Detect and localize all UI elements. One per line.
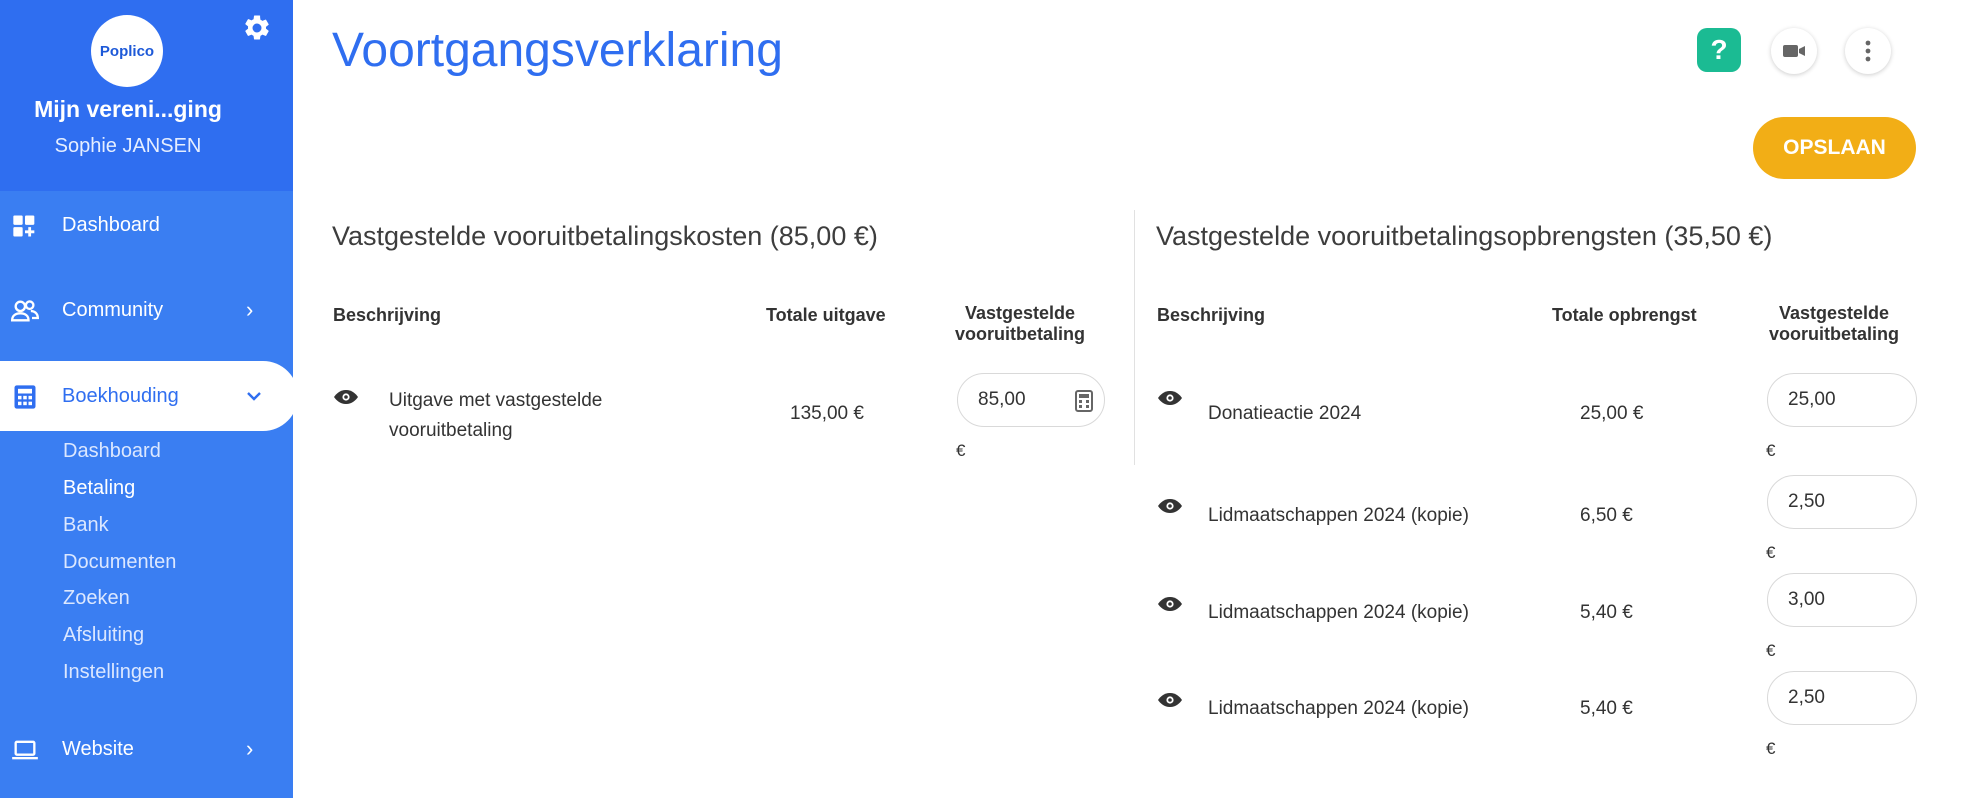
revenue-prepaid-value: 3,00 xyxy=(1788,589,1825,610)
revenues-col-prepaid-line2: vooruitbetaling xyxy=(1769,324,1899,344)
sidebar-item-website[interactable]: Website › xyxy=(0,714,293,784)
costs-col-description: Beschrijving xyxy=(333,305,442,325)
cost-description: Uitgave met vastgestelde vooruitbetaling xyxy=(389,386,602,446)
submenu-instellingen[interactable]: Instellingen xyxy=(63,661,164,684)
video-button[interactable] xyxy=(1771,28,1817,74)
question-icon: ? xyxy=(1710,34,1728,65)
sidebar-item-label: Boekhouding xyxy=(62,384,179,407)
revenue-currency: € xyxy=(1766,641,1776,660)
revenue-currency: € xyxy=(1766,441,1776,460)
revenue-prepaid-input[interactable]: 25,00 xyxy=(1767,373,1917,427)
dashboard-icon xyxy=(13,215,35,237)
revenue-description: Donatieactie 2024 xyxy=(1208,403,1362,424)
cost-description-line1: Uitgave met vastgestelde xyxy=(389,390,603,411)
submenu-betaling[interactable]: Betaling xyxy=(63,477,135,500)
gear-icon[interactable] xyxy=(242,13,272,43)
revenue-prepaid-input[interactable]: 2,50 xyxy=(1767,671,1917,725)
more-options-button[interactable] xyxy=(1845,28,1891,74)
revenue-description: Lidmaatschappen 2024 (kopie) xyxy=(1208,698,1469,719)
revenue-currency: € xyxy=(1766,543,1776,562)
submenu-zoeken[interactable]: Zoeken xyxy=(63,587,130,610)
revenues-col-total: Totale opbrengst xyxy=(1552,305,1697,325)
chevron-down-icon xyxy=(247,392,261,401)
submenu-dashboard[interactable]: Dashboard xyxy=(63,440,161,463)
revenue-description: Lidmaatschappen 2024 (kopie) xyxy=(1208,505,1469,526)
revenues-section-title: Vastgestelde vooruitbetalingsopbrengsten… xyxy=(1156,221,1773,251)
costs-col-total: Totale uitgave xyxy=(766,305,886,325)
costs-col-prepaid: Vastgestelde vooruitbetaling xyxy=(945,303,1095,345)
revenue-prepaid-value: 2,50 xyxy=(1788,491,1825,512)
revenue-description: Lidmaatschappen 2024 (kopie) xyxy=(1208,602,1469,623)
revenue-currency: € xyxy=(1766,739,1776,758)
revenue-total: 5,40 € xyxy=(1580,698,1633,719)
revenue-total: 5,40 € xyxy=(1580,602,1633,623)
revenue-prepaid-input[interactable]: 2,50 xyxy=(1767,475,1917,529)
eye-icon[interactable] xyxy=(333,389,359,405)
calculator-icon xyxy=(14,385,36,409)
chevron-right-icon: › xyxy=(246,297,254,322)
sidebar-item-label: Community xyxy=(62,298,164,321)
revenue-total: 25,00 € xyxy=(1580,403,1644,424)
revenue-prepaid-value: 25,00 xyxy=(1788,389,1836,410)
cost-prepaid-input[interactable]: 85,00 xyxy=(957,373,1105,427)
section-divider xyxy=(1134,210,1135,465)
laptop-icon xyxy=(12,740,38,760)
costs-col-prepaid-line1: Vastgestelde xyxy=(964,303,1076,323)
video-camera-icon xyxy=(1783,45,1805,57)
eye-icon[interactable] xyxy=(1157,596,1183,612)
save-button[interactable]: OPSLAAN xyxy=(1753,117,1916,179)
eye-icon[interactable] xyxy=(1157,692,1183,708)
sidebar: Poplico Mijn vereni...ging Sophie JANSEN… xyxy=(0,0,298,798)
more-vertical-icon xyxy=(1865,40,1871,62)
user-name: Sophie JANSEN xyxy=(54,135,202,157)
revenue-prepaid-input[interactable]: 3,00 xyxy=(1767,573,1917,627)
sidebar-item-dashboard[interactable]: Dashboard xyxy=(0,190,293,260)
cost-total: 135,00 € xyxy=(790,403,864,424)
community-icon xyxy=(10,300,40,322)
org-logo[interactable]: Poplico xyxy=(91,15,163,87)
submenu-afsluiting[interactable]: Afsluiting xyxy=(63,624,144,647)
sidebar-item-boekhouding[interactable]: Boekhouding xyxy=(0,361,298,431)
revenue-prepaid-value: 2,50 xyxy=(1788,687,1825,708)
costs-col-prepaid-line2: vooruitbetaling xyxy=(955,324,1085,344)
sidebar-header: Poplico Mijn vereni...ging Sophie JANSEN xyxy=(0,0,293,191)
cost-currency: € xyxy=(956,441,966,460)
chevron-right-icon: › xyxy=(246,736,254,761)
revenues-col-description: Beschrijving xyxy=(1157,305,1266,325)
costs-section-title: Vastgestelde vooruitbetalingskosten (85,… xyxy=(332,221,878,251)
submenu-documenten[interactable]: Documenten xyxy=(63,551,176,574)
revenue-total: 6,50 € xyxy=(1580,505,1633,526)
sidebar-item-label: Website xyxy=(62,737,134,760)
help-button[interactable]: ? xyxy=(1697,28,1741,72)
eye-icon[interactable] xyxy=(1157,498,1183,514)
revenues-col-prepaid: Vastgestelde vooruitbetaling xyxy=(1759,303,1909,345)
sidebar-item-label: Dashboard xyxy=(62,213,160,236)
org-name: Mijn vereni...ging xyxy=(34,96,222,122)
revenues-col-prepaid-line1: Vastgestelde xyxy=(1778,303,1890,323)
eye-icon[interactable] xyxy=(1157,390,1183,406)
page-title: Voortgangsverklaring xyxy=(332,24,783,77)
calculator-field-icon[interactable] xyxy=(1074,390,1094,412)
sidebar-item-community[interactable]: Community › xyxy=(0,275,293,345)
cost-prepaid-value: 85,00 xyxy=(978,389,1026,410)
submenu-bank[interactable]: Bank xyxy=(63,514,109,537)
cost-description-line2: vooruitbetaling xyxy=(389,420,513,441)
